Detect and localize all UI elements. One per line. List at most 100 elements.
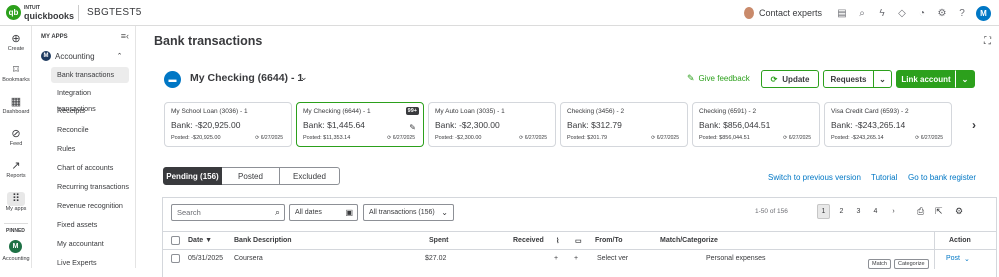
rail-reports[interactable]: ↗ Reports <box>0 159 32 179</box>
search-icon[interactable]: ⌕ <box>852 4 872 22</box>
page-2-button[interactable]: 2 <box>835 204 848 219</box>
accounting-app-toggle[interactable]: M Accounting ⌃ <box>41 51 122 61</box>
plus-icon: ⊕ <box>11 33 21 45</box>
my-apps-heading: MY APPS <box>41 34 68 40</box>
comment-icon: ▭ <box>575 238 582 245</box>
account-card[interactable]: Visa Credit Card (6593) - 2 Bank: -$243,… <box>824 102 952 147</box>
page-1-button[interactable]: 1 <box>817 204 830 219</box>
rail-feed[interactable]: ⊘ Feed <box>0 127 32 147</box>
sidebar-item-fixed-assets[interactable]: Fixed assets <box>51 217 129 233</box>
rail-create[interactable]: ⊕ Create <box>0 32 32 52</box>
card-updated-date: ⟳ 6/27/2025 <box>519 135 547 141</box>
account-selector[interactable]: My Checking (6644) - 1 <box>190 72 303 84</box>
sidebar-item-rules[interactable]: Rules <box>51 141 129 157</box>
update-button[interactable]: ⟳ Update <box>761 70 819 88</box>
account-card[interactable]: My Auto Loan (3035) - 1 Bank: -$2,300.00… <box>428 102 556 147</box>
requests-button[interactable]: Requests <box>823 70 874 88</box>
give-feedback-link[interactable]: ✎ Give feedback <box>687 73 750 84</box>
contact-experts-button[interactable]: Contact experts <box>743 7 822 19</box>
chevron-right-icon[interactable]: › <box>972 118 976 132</box>
chevron-up-icon: ⌃ <box>116 53 123 60</box>
rail-dashboard[interactable]: ▦ Dashboard <box>0 95 32 115</box>
row-checkbox[interactable] <box>171 254 180 263</box>
tab-excluded[interactable]: Excluded <box>280 167 340 185</box>
date-filter-select[interactable]: All dates ▣ <box>289 204 358 221</box>
requests-dropdown-chevron-icon[interactable]: ⌄ <box>873 70 892 88</box>
sidebar-item-chart-of-accounts[interactable]: Chart of accounts <box>51 160 129 176</box>
pinned-heading: PINNED <box>6 228 25 234</box>
export-icon[interactable]: ⇱ <box>935 206 943 217</box>
column-from-to[interactable]: From/To <box>595 237 622 244</box>
add-comment-icon[interactable]: + <box>574 255 578 262</box>
pending-count-badge: 99+ <box>405 107 419 115</box>
sidebar-item-bank-transactions[interactable]: Bank transactions <box>51 67 129 83</box>
collapse-menu-icon[interactable]: ≡‹ <box>121 31 129 41</box>
account-card-selected[interactable]: My Checking (6644) - 1 99+ ✎ Bank: $1,44… <box>296 102 424 147</box>
lightning-icon[interactable]: ϟ <box>872 4 892 22</box>
tab-pending[interactable]: Pending (156) <box>163 167 222 185</box>
search-placeholder: Search <box>177 208 201 217</box>
row-category[interactable]: Personal expenses <box>706 255 766 262</box>
bell-icon[interactable]: ◔ <box>912 4 932 22</box>
puzzle-icon[interactable]: ◇ <box>892 4 912 22</box>
gear-icon[interactable]: ⚙ <box>932 4 952 22</box>
tutorial-link[interactable]: Tutorial <box>871 173 897 182</box>
help-icon[interactable]: ? <box>952 4 972 22</box>
main-content: Bank transactions ⛶ ▬ My Checking (6644)… <box>137 26 999 277</box>
edit-pencil-icon[interactable]: ✎ <box>409 123 416 132</box>
account-card[interactable]: Checking (3456) - 2 Bank: $312.79 Posted… <box>560 102 688 147</box>
sidebar-item-recurring-transactions[interactable]: Recurring transactions <box>51 179 129 195</box>
bank-register-link[interactable]: Go to bank register <box>908 173 976 182</box>
account-card[interactable]: My School Loan (3036) - 1 Bank: -$20,925… <box>164 102 292 147</box>
link-account-dropdown-chevron-icon[interactable]: ⌄ <box>955 70 975 88</box>
card-posted-balance: Posted: $856,044.51 <box>699 135 750 141</box>
transaction-filter-select[interactable]: All transactions (156) ⌄ <box>363 204 454 221</box>
page-title: Bank transactions <box>154 34 263 48</box>
tab-posted[interactable]: Posted <box>222 167 280 185</box>
card-account-name: Visa Credit Card (6593) - 2 <box>831 108 909 115</box>
page-3-button[interactable]: 3 <box>852 204 865 219</box>
chevron-down-icon[interactable]: ⌄ <box>300 72 308 83</box>
add-attachment-icon[interactable]: + <box>554 255 558 262</box>
pinned-accounting-label[interactable]: Accounting <box>0 256 32 262</box>
column-date[interactable]: Date ▼ <box>188 237 212 244</box>
clipboard-icon[interactable]: ▤ <box>832 4 852 22</box>
table-row[interactable]: 05/31/2025 Coursera $27.02 + + Select ve… <box>163 250 996 269</box>
rail-my-apps[interactable]: ⠿ My apps <box>0 192 32 212</box>
expand-icon[interactable]: ⛶ <box>984 36 991 47</box>
account-card[interactable]: Checking (6591) - 2 Bank: $856,044.51 Po… <box>692 102 820 147</box>
next-page-chevron-icon[interactable]: › <box>887 204 900 219</box>
switch-version-link[interactable]: Switch to previous version <box>768 173 861 182</box>
rail-reports-label: Reports <box>6 173 26 179</box>
sidebar-item-integration-transactions[interactable]: Integration transactions <box>51 85 129 113</box>
card-posted-balance: Posted: -$243,265.14 <box>831 135 884 141</box>
quickbooks-logo[interactable]: qb INTUIT quickbooks <box>6 4 74 21</box>
page-4-button[interactable]: 4 <box>869 204 882 219</box>
select-all-checkbox[interactable] <box>171 236 180 245</box>
dashboard-icon: ▦ <box>10 96 22 108</box>
column-match-categorize[interactable]: Match/Categorize <box>660 237 718 244</box>
post-dropdown-chevron-icon[interactable]: ⌄ <box>964 255 970 263</box>
column-received[interactable]: Received <box>513 237 544 244</box>
sidebar-item-revenue-recognition[interactable]: Revenue recognition <box>51 198 129 214</box>
row-from-to-select[interactable]: Select ver <box>597 255 628 262</box>
post-button[interactable]: Post <box>946 255 960 262</box>
rail-bookmarks[interactable]: ⌑ Bookmarks <box>0 63 32 83</box>
row-spent: $27.02 <box>425 255 447 262</box>
sidebar-item-my-accountant[interactable]: My accountant <box>51 236 129 252</box>
column-bank-description[interactable]: Bank Description <box>234 237 292 244</box>
sidebar-item-live-experts[interactable]: Live Experts <box>51 255 129 271</box>
search-input[interactable]: Search ⌕ <box>171 204 285 221</box>
bookmark-icon: ⌑ <box>13 64 19 76</box>
link-account-button[interactable]: Link account <box>896 70 956 88</box>
sidebar-item-reconcile[interactable]: Reconcile <box>51 122 129 138</box>
sidebar-item-receipts[interactable]: Receipts <box>51 103 129 119</box>
pinned-accounting-icon[interactable]: M <box>9 240 22 253</box>
print-icon[interactable]: ⎙ <box>917 206 924 217</box>
gear-icon[interactable]: ⚙ <box>955 206 963 217</box>
rail-dashboard-label: Dashboard <box>2 109 30 115</box>
column-spent[interactable]: Spent <box>429 237 448 244</box>
user-avatar[interactable]: M <box>976 5 991 21</box>
card-posted-balance: Posted: $201.79 <box>567 135 608 141</box>
card-updated-date: ⟳ 6/27/2025 <box>255 135 283 141</box>
